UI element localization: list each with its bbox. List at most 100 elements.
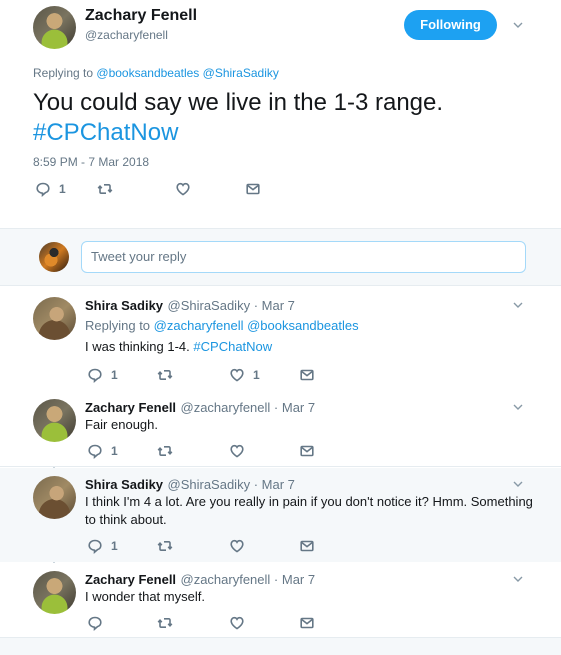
reply-date[interactable]: Mar 7: [262, 298, 295, 313]
chevron-down-icon[interactable]: [513, 20, 523, 30]
retweet-action[interactable]: [157, 367, 229, 383]
replying-to-label: Replying to: [85, 318, 151, 333]
heart-icon: [229, 367, 245, 383]
reply-icon: [87, 443, 103, 459]
like-action[interactable]: 1: [229, 367, 299, 383]
reply-icon: [87, 367, 103, 383]
avatar[interactable]: [33, 297, 76, 340]
reply-author-name[interactable]: Zachary Fenell: [85, 572, 176, 587]
retweet-icon: [157, 367, 173, 383]
retweet-action[interactable]: [97, 181, 175, 197]
dm-icon: [299, 367, 315, 383]
reply-count: 1: [111, 539, 118, 553]
retweet-action[interactable]: [157, 538, 229, 554]
reply-input[interactable]: Tweet your reply: [81, 241, 526, 273]
dm-icon: [245, 181, 261, 197]
avatar[interactable]: [33, 6, 76, 49]
reply-compose-area: Tweet your reply: [0, 228, 561, 286]
tweet-timestamp[interactable]: 8:59 PM - 7 Mar 2018: [33, 155, 149, 169]
reply-text-line: I think I'm 4 a lot. Are you really in p…: [85, 494, 533, 509]
dm-action[interactable]: [245, 181, 261, 197]
separator: ·: [270, 572, 282, 587]
reply-count: 1: [59, 182, 66, 196]
like-action[interactable]: [175, 181, 245, 197]
dm-icon: [299, 615, 315, 631]
heart-icon: [229, 443, 245, 459]
separator: ·: [270, 400, 282, 415]
reply-actions: 1 1: [87, 367, 315, 383]
reply-action[interactable]: 1: [87, 538, 157, 554]
reply-action[interactable]: [87, 615, 157, 631]
reply-text-body: I was thinking 1-4.: [85, 339, 190, 354]
reply-action[interactable]: 1: [35, 181, 97, 197]
dm-icon: [299, 538, 315, 554]
reply-author-handle[interactable]: @ShiraSadiky: [168, 477, 251, 492]
reply-action[interactable]: 1: [87, 367, 157, 383]
main-tweet: Zachary Fenell @zacharyfenell Following …: [0, 0, 561, 228]
avatar[interactable]: [33, 476, 76, 519]
reply-action[interactable]: 1: [87, 443, 157, 459]
reply-author-handle[interactable]: @ShiraSadiky: [168, 298, 251, 313]
reply-header: Zachary Fenell @zacharyfenell · Mar 7: [85, 399, 315, 417]
following-button[interactable]: Following: [404, 10, 497, 40]
reply-tweet[interactable]: Shira Sadiky @ShiraSadiky · Mar 7 Replyi…: [0, 287, 561, 391]
reply-text-line: to think about.: [85, 512, 167, 527]
heart-icon: [229, 615, 245, 631]
dm-action[interactable]: [299, 367, 315, 383]
chevron-down-icon[interactable]: [513, 479, 523, 489]
like-action[interactable]: [229, 615, 299, 631]
reply-tweet[interactable]: Zachary Fenell @zacharyfenell · Mar 7 Fa…: [0, 391, 561, 467]
reply-header: Shira Sadiky @ShiraSadiky · Mar 7: [85, 297, 295, 315]
like-action[interactable]: [229, 538, 299, 554]
tweet-text-body: You could say we live in the 1-3 range.: [33, 89, 444, 116]
dm-action[interactable]: [299, 443, 315, 459]
reply-actions: [87, 615, 315, 631]
retweet-icon: [157, 538, 173, 554]
reply-icon: [35, 181, 51, 197]
chevron-down-icon[interactable]: [513, 402, 523, 412]
reply-header: Shira Sadiky @ShiraSadiky · Mar 7: [85, 476, 295, 494]
replying-to-users[interactable]: @booksandbeatles @ShiraSadiky: [96, 66, 278, 80]
reply-author-name[interactable]: Shira Sadiky: [85, 477, 163, 492]
reply-date[interactable]: Mar 7: [262, 477, 295, 492]
separator: ·: [250, 298, 262, 313]
reply-text: I was thinking 1-4. #CPChatNow: [85, 338, 272, 356]
reply-tweet[interactable]: Shira Sadiky @ShiraSadiky · Mar 7 I thin…: [0, 468, 561, 562]
dm-icon: [299, 443, 315, 459]
heart-icon: [175, 181, 191, 197]
reply-actions: 1: [87, 443, 315, 459]
reply-hashtag[interactable]: #CPChatNow: [193, 339, 272, 354]
reply-icon: [87, 615, 103, 631]
dm-action[interactable]: [299, 538, 315, 554]
reply-icon: [87, 538, 103, 554]
like-action[interactable]: [229, 443, 299, 459]
reply-date[interactable]: Mar 7: [282, 400, 315, 415]
retweet-icon: [157, 443, 173, 459]
author-handle[interactable]: @zacharyfenell: [85, 28, 168, 42]
avatar[interactable]: [33, 399, 76, 442]
tweet-hashtag[interactable]: #CPChatNow: [33, 118, 533, 148]
reply-text: Fair enough.: [85, 417, 158, 432]
replying-to-label: Replying to: [33, 66, 94, 80]
reply-date[interactable]: Mar 7: [282, 572, 315, 587]
retweet-action[interactable]: [157, 443, 229, 459]
author-name[interactable]: Zachary Fenell: [85, 7, 197, 25]
reply-author-name[interactable]: Zachary Fenell: [85, 400, 176, 415]
replying-to-users[interactable]: @zacharyfenell @booksandbeatles: [154, 318, 359, 333]
reply-author-name[interactable]: Shira Sadiky: [85, 298, 163, 313]
chevron-down-icon[interactable]: [513, 574, 523, 584]
dm-action[interactable]: [299, 615, 315, 631]
retweet-action[interactable]: [157, 615, 229, 631]
reply-author-handle[interactable]: @zacharyfenell: [181, 572, 271, 587]
retweet-icon: [157, 615, 173, 631]
reply-author-handle[interactable]: @zacharyfenell: [181, 400, 271, 415]
chevron-down-icon[interactable]: [513, 300, 523, 310]
reply-text: I think I'm 4 a lot. Are you really in p…: [85, 493, 550, 529]
reply-actions: 1: [87, 538, 315, 554]
my-avatar: [39, 242, 69, 272]
reply-text: I wonder that myself.: [85, 589, 205, 604]
avatar[interactable]: [33, 571, 76, 614]
reply-header: Zachary Fenell @zacharyfenell · Mar 7: [85, 571, 315, 589]
reply-tweet[interactable]: Zachary Fenell @zacharyfenell · Mar 7 I …: [0, 563, 561, 637]
replying-to: Replying to @zacharyfenell @booksandbeat…: [85, 318, 359, 333]
